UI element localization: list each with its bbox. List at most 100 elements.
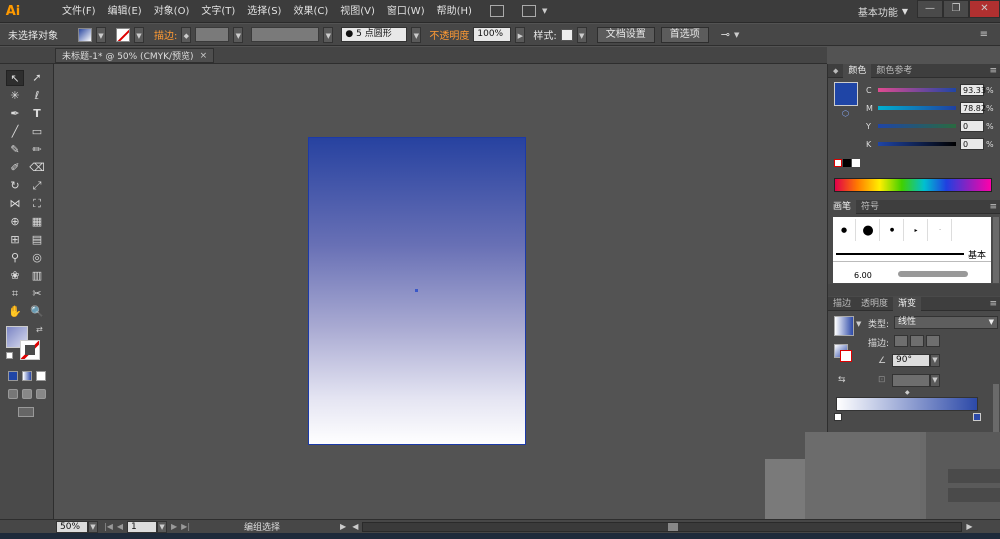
- fill-dropdown[interactable]: ▼: [96, 26, 106, 43]
- opacity-field[interactable]: 100%: [473, 27, 512, 42]
- align-icon[interactable]: ⊸: [721, 28, 730, 41]
- reverse-gradient-icon[interactable]: ⇆: [838, 375, 846, 385]
- gradient-tool-icon[interactable]: ▤: [28, 232, 46, 248]
- gradient-end-stop[interactable]: [973, 413, 981, 421]
- status-menu-icon[interactable]: ▶: [340, 522, 346, 531]
- chevron-down-icon[interactable]: ▼: [734, 31, 739, 39]
- stroke-color-swatch[interactable]: [116, 27, 130, 42]
- gradient-angle-field[interactable]: 90°: [892, 354, 930, 367]
- artboard-tool-icon[interactable]: ⌗: [6, 286, 24, 302]
- close-button[interactable]: ✕: [969, 0, 1000, 18]
- eyedropper-tool-icon[interactable]: ⚲: [6, 250, 24, 266]
- swap-fill-stroke-icon[interactable]: ⇄: [36, 325, 43, 334]
- screen-mode-icon[interactable]: [18, 407, 34, 417]
- bridge-icon[interactable]: [489, 5, 504, 17]
- tab-gradient[interactable]: 渐变: [893, 296, 922, 311]
- menu-help[interactable]: 帮助(H): [431, 0, 478, 23]
- menu-file[interactable]: 文件(F): [56, 0, 102, 23]
- stroke-weight-field[interactable]: [195, 27, 230, 42]
- tab-symbols[interactable]: 符号: [856, 200, 884, 214]
- brush-item[interactable]: ●: [833, 219, 856, 241]
- paintbrush-tool-icon[interactable]: ✎: [6, 142, 24, 158]
- stroke-dropdown[interactable]: ▼: [134, 26, 144, 43]
- tab-brushes[interactable]: 画笔: [828, 199, 857, 214]
- draw-inside-icon[interactable]: [36, 389, 46, 399]
- chevron-down-icon[interactable]: ▼: [542, 7, 547, 15]
- default-colors-icon[interactable]: [6, 352, 13, 359]
- gradient-midpoint-icon[interactable]: ◆: [905, 389, 910, 396]
- brush-dropdown[interactable]: ▼: [411, 26, 422, 43]
- panel-menu-icon[interactable]: ≡: [980, 29, 988, 40]
- aspect-dropdown[interactable]: ▼: [930, 374, 940, 387]
- stroke-gradient-within-icon[interactable]: [894, 335, 908, 347]
- rectangle-tool-icon[interactable]: ▭: [28, 124, 46, 140]
- stroke-gradient-across-icon[interactable]: [926, 335, 940, 347]
- menu-select[interactable]: 选择(S): [241, 0, 287, 23]
- minimize-button[interactable]: —: [917, 0, 943, 18]
- scale-tool-icon[interactable]: ⤢: [28, 178, 46, 194]
- none-color-icon[interactable]: [834, 159, 842, 167]
- arrange-documents-icon[interactable]: [521, 5, 536, 17]
- brush-definition-field[interactable]: ● 5 点圆形: [341, 27, 408, 42]
- next-page-icon[interactable]: ▶: [171, 522, 177, 531]
- menu-edit[interactable]: 编辑(E): [102, 0, 148, 23]
- line-tool-icon[interactable]: ╱: [6, 124, 24, 140]
- tab-transparency[interactable]: 透明度: [856, 297, 893, 311]
- draw-normal-icon[interactable]: [8, 389, 18, 399]
- none-mode-icon[interactable]: [36, 371, 46, 381]
- horizontal-scrollbar[interactable]: [362, 521, 963, 532]
- direct-selection-tool-icon[interactable]: ➚: [28, 70, 46, 86]
- draw-behind-icon[interactable]: [22, 389, 32, 399]
- color-mode-icon[interactable]: [8, 371, 18, 381]
- magenta-value-field[interactable]: 78.82: [960, 102, 986, 114]
- slice-tool-icon[interactable]: ✂: [28, 286, 46, 302]
- stroke-label[interactable]: 描边:: [154, 27, 177, 42]
- page-dropdown[interactable]: ▼: [157, 520, 168, 533]
- yellow-track[interactable]: [878, 124, 956, 128]
- maximize-button[interactable]: ❐: [943, 0, 969, 18]
- gradient-mode-icon[interactable]: [22, 371, 32, 381]
- menu-type[interactable]: 文字(T): [195, 0, 241, 23]
- magenta-slider[interactable]: M 78.82 %: [866, 101, 998, 115]
- brush-scrollbar[interactable]: [993, 217, 999, 283]
- magenta-track[interactable]: [878, 106, 956, 110]
- free-transform-tool-icon[interactable]: ⛶: [28, 196, 46, 212]
- brush-item[interactable]: ▸: [905, 219, 928, 241]
- symbol-sprayer-tool-icon[interactable]: ❀: [6, 268, 24, 284]
- gradient-aspect-field[interactable]: [892, 374, 930, 387]
- preferences-button[interactable]: 首选项: [660, 26, 709, 43]
- collapsed-panel-bar[interactable]: [948, 488, 1000, 502]
- opacity-label[interactable]: 不透明度: [429, 27, 469, 42]
- black-track[interactable]: [878, 142, 956, 146]
- yellow-slider[interactable]: Y 0 %: [866, 119, 998, 133]
- black-value-field[interactable]: 0: [960, 138, 984, 150]
- brush-item[interactable]: ●: [857, 219, 880, 241]
- shape-builder-tool-icon[interactable]: ⊕: [6, 214, 24, 230]
- panel-menu-icon[interactable]: ≡: [989, 66, 997, 76]
- pen-tool-icon[interactable]: ✒: [6, 106, 24, 122]
- cyan-value-field[interactable]: 93.33: [960, 84, 986, 96]
- yellow-value-field[interactable]: 0: [960, 120, 984, 132]
- column-graph-tool-icon[interactable]: ▥: [28, 268, 46, 284]
- selection-tool-icon[interactable]: ↖: [6, 70, 24, 86]
- graphic-style-swatch[interactable]: [560, 28, 573, 41]
- canvas-area[interactable]: [55, 64, 827, 519]
- pencil-tool-icon[interactable]: ✏: [28, 142, 46, 158]
- hand-tool-icon[interactable]: ✋: [6, 304, 24, 320]
- mesh-tool-icon[interactable]: ⊞: [6, 232, 24, 248]
- page-field[interactable]: 1: [127, 520, 158, 533]
- first-page-icon[interactable]: |◀: [104, 522, 113, 531]
- tab-color[interactable]: 颜色: [843, 63, 872, 78]
- stroke-weight-stepper[interactable]: ◆: [181, 26, 192, 43]
- blob-brush-tool-icon[interactable]: ✐: [6, 160, 24, 176]
- stroke-gradient-along-icon[interactable]: [910, 335, 924, 347]
- panel-menu-icon[interactable]: ≡: [989, 202, 997, 212]
- artboard-gradient-rectangle[interactable]: [308, 137, 526, 445]
- gradient-slider[interactable]: [836, 397, 978, 411]
- tab-stroke[interactable]: 描边: [828, 297, 856, 311]
- fill-color-swatch[interactable]: [78, 27, 92, 42]
- menu-view[interactable]: 视图(V): [334, 0, 381, 23]
- menu-effect[interactable]: 效果(C): [287, 0, 334, 23]
- collapsed-panel-bar[interactable]: [948, 469, 1000, 483]
- chevron-down-icon[interactable]: ▼: [856, 320, 861, 328]
